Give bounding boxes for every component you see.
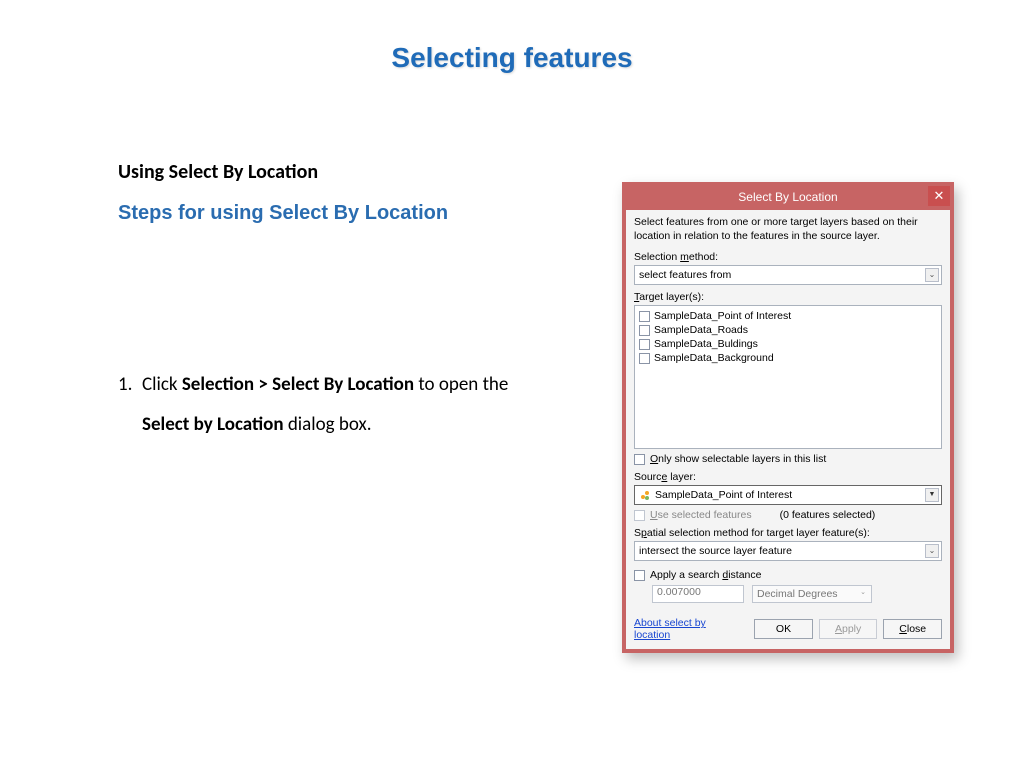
dialog-description: Select features from one or more target … [634,216,942,243]
heading-using: Using Select By Location [118,160,548,184]
checkbox-icon[interactable] [634,570,645,581]
distance-units-combo[interactable]: Decimal Degrees ⌄ [752,585,872,603]
dialog-titlebar[interactable]: Select By Location ✕ [626,186,950,210]
layer-label: SampleData_Buldings [654,337,758,351]
t: Apply a search [650,569,722,581]
t: lose [907,623,926,635]
target-layers-label: Target layer(s): [634,291,942,303]
ok-button[interactable]: OK [754,619,813,639]
t: se selected features [658,509,752,521]
t: S [634,527,641,539]
checkbox-icon [634,510,645,521]
t: nly show selectable layers in this list [658,453,826,465]
apply-distance-label: Apply a search distance [650,569,762,581]
step-1: 1. Click Selection > Select By Location … [118,365,548,445]
source-layer-combo[interactable]: SampleData_Point of Interest ▼ [634,485,942,505]
t: ethod: [689,251,718,263]
selection-method-combo[interactable]: select features from ⌄ [634,265,942,285]
spatial-method-label: Spatial selection method for target laye… [634,527,942,539]
checkbox-icon[interactable] [639,353,650,364]
close-icon: ✕ [934,188,945,203]
dialog-title: Select By Location [738,190,837,204]
left-content: Using Select By Location Steps for using… [118,160,548,445]
chevron-down-icon: ⌄ [925,544,939,558]
spatial-method-value: intersect the source layer feature [639,545,792,557]
step-number: 1. [118,365,142,445]
t: O [650,453,658,465]
distance-units-value: Decimal Degrees [757,588,838,600]
checkbox-icon[interactable] [639,339,650,350]
dialog-footer: About select by location OK Apply Close [634,617,942,641]
step1-a: Click [142,373,182,396]
distance-row: 0.007000 Decimal Degrees ⌄ [652,585,942,603]
use-selected-checkbox: Use selected features [634,509,752,521]
selection-method-label: Selection method: [634,251,942,263]
only-label: Only show selectable layers in this list [650,453,826,465]
page-title: Selecting features [0,0,1024,74]
about-link[interactable]: About select by location [634,617,742,641]
features-selected-count: (0 features selected) [780,509,876,521]
layer-row[interactable]: SampleData_Point of Interest [639,309,937,323]
t: C [899,623,907,635]
t: U [650,509,658,521]
t: Sourc [634,471,661,483]
t: pply [842,623,861,635]
step-text: Click Selection > Select By Location to … [142,365,548,445]
apply-button: Apply [819,619,878,639]
chevron-down-icon: ⌄ [857,587,869,599]
checkbox-icon[interactable] [639,311,650,322]
selection-method-value: select features from [639,269,731,281]
close-button[interactable]: ✕ [928,186,950,206]
chevron-down-icon: ▼ [925,488,939,502]
step1-b: Selection > Select By Location [182,373,414,396]
step1-c: to open the [414,373,508,396]
checkbox-icon[interactable] [639,325,650,336]
target-layers-listbox[interactable]: SampleData_Point of Interest SampleData_… [634,305,942,449]
t: istance [728,569,761,581]
point-layer-icon [639,489,651,501]
spatial-method-combo[interactable]: intersect the source layer feature ⌄ [634,541,942,561]
t: atial selection method for target layer … [647,527,870,539]
layer-label: SampleData_Point of Interest [654,309,791,323]
only-selectable-checkbox[interactable]: Only show selectable layers in this list [634,453,942,465]
chevron-down-icon: ⌄ [925,268,939,282]
step1-d: Select by Location [142,413,284,436]
t: arget layer(s): [639,291,704,303]
t: layer: [667,471,696,483]
layer-label: SampleData_Background [654,351,774,365]
layer-row[interactable]: SampleData_Background [639,351,937,365]
close-button-footer[interactable]: Close [883,619,942,639]
checkbox-icon[interactable] [634,454,645,465]
apply-distance-checkbox[interactable]: Apply a search distance [634,569,942,581]
step1-e: dialog box. [284,413,372,436]
layer-row[interactable]: SampleData_Roads [639,323,937,337]
t: Selection [634,251,680,263]
source-layer-label: Source layer: [634,471,942,483]
source-layer-value: SampleData_Point of Interest [655,489,792,501]
t: m [680,251,689,263]
select-by-location-dialog: Select By Location ✕ Select features fro… [622,182,954,653]
use-selected-label: Use selected features [650,509,752,521]
t: A [835,623,842,635]
heading-steps: Steps for using Select By Location [118,202,548,225]
layer-row[interactable]: SampleData_Buldings [639,337,937,351]
distance-input[interactable]: 0.007000 [652,585,744,603]
use-selected-row: Use selected features (0 features select… [634,509,942,521]
layer-label: SampleData_Roads [654,323,748,337]
